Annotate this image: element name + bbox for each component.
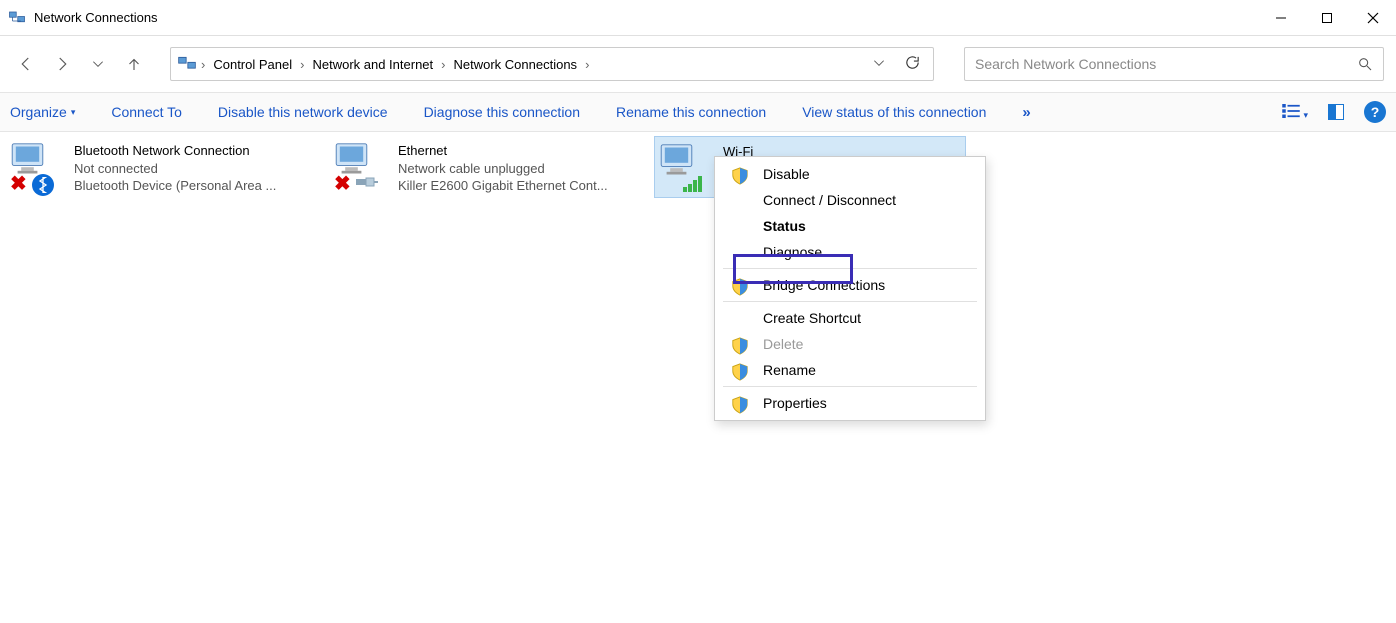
- search-box[interactable]: [964, 47, 1384, 81]
- overflow-button[interactable]: »: [1022, 104, 1030, 121]
- breadcrumb-item[interactable]: Network and Internet: [308, 55, 437, 74]
- menu-separator: [723, 268, 977, 269]
- connection-item-bluetooth[interactable]: ✖ Bluetooth Network Connection Not conne…: [6, 136, 318, 201]
- breadcrumb-item[interactable]: Control Panel: [209, 55, 296, 74]
- menu-label: Diagnose: [763, 244, 822, 260]
- disable-device-button[interactable]: Disable this network device: [218, 104, 388, 120]
- address-bar[interactable]: › Control Panel › Network and Internet ›…: [170, 47, 934, 81]
- window-controls: [1258, 0, 1396, 36]
- menu-properties[interactable]: Properties: [715, 390, 985, 416]
- back-button[interactable]: [16, 54, 36, 74]
- menu-delete[interactable]: Delete: [715, 331, 985, 357]
- content-area: ✖ Bluetooth Network Connection Not conne…: [0, 132, 1396, 205]
- help-button[interactable]: ?: [1364, 101, 1386, 123]
- recent-button[interactable]: [88, 54, 108, 74]
- shield-icon: [731, 278, 749, 296]
- error-x-icon: ✖: [334, 171, 351, 196]
- menu-status[interactable]: Status: [715, 213, 985, 239]
- up-button[interactable]: [124, 54, 144, 74]
- connection-status: Not connected: [74, 160, 276, 178]
- rename-button[interactable]: Rename this connection: [616, 104, 766, 120]
- connection-device: Bluetooth Device (Personal Area ...: [74, 177, 276, 195]
- menu-separator: [723, 301, 977, 302]
- menu-label: Connect / Disconnect: [763, 192, 896, 208]
- error-x-icon: ✖: [10, 171, 27, 196]
- minimize-button[interactable]: [1258, 0, 1304, 36]
- menu-connect-disconnect[interactable]: Connect / Disconnect: [715, 187, 985, 213]
- breadcrumb-item[interactable]: Network Connections: [450, 55, 582, 74]
- menu-diagnose[interactable]: Diagnose: [715, 239, 985, 265]
- menu-label: Create Shortcut: [763, 310, 861, 326]
- connection-status: Network cable unplugged: [398, 160, 608, 178]
- menu-create-shortcut[interactable]: Create Shortcut: [715, 305, 985, 331]
- shield-icon: [731, 363, 749, 381]
- menu-rename[interactable]: Rename: [715, 357, 985, 383]
- menu-bridge[interactable]: Bridge Connections: [715, 272, 985, 298]
- menu-label: Status: [763, 218, 806, 234]
- connection-name: Bluetooth Network Connection: [74, 142, 276, 160]
- connection-device: Killer E2600 Gigabit Ethernet Cont...: [398, 177, 608, 195]
- address-icon: [177, 54, 197, 74]
- close-button[interactable]: [1350, 0, 1396, 36]
- menu-disable[interactable]: Disable: [715, 161, 985, 187]
- context-menu: Disable Connect / Disconnect Status Diag…: [714, 156, 986, 421]
- shield-icon: [731, 396, 749, 414]
- app-icon: [8, 9, 26, 27]
- menu-label: Disable: [763, 166, 810, 182]
- address-dropdown-button[interactable]: [872, 56, 886, 73]
- view-status-button[interactable]: View status of this connection: [802, 104, 986, 120]
- shield-icon: [731, 167, 749, 185]
- search-input[interactable]: [975, 56, 1357, 72]
- shield-icon: [731, 337, 749, 355]
- wifi-signal-icon: [683, 174, 707, 195]
- views-button[interactable]: ▾: [1282, 104, 1308, 121]
- titlebar: Network Connections: [0, 0, 1396, 36]
- menu-label: Bridge Connections: [763, 277, 885, 293]
- diagnose-button[interactable]: Diagnose this connection: [424, 104, 580, 120]
- maximize-button[interactable]: [1304, 0, 1350, 36]
- refresh-button[interactable]: [904, 54, 921, 74]
- forward-button[interactable]: [52, 54, 72, 74]
- search-icon: [1357, 56, 1373, 72]
- ethernet-plug-icon: [356, 175, 378, 194]
- chevron-right-icon: ›: [300, 57, 304, 72]
- connection-name: Ethernet: [398, 142, 608, 160]
- chevron-right-icon: ›: [585, 57, 589, 72]
- bluetooth-icon: [32, 174, 54, 196]
- window-title: Network Connections: [34, 10, 158, 25]
- menu-label: Rename: [763, 362, 816, 378]
- chevron-right-icon: ›: [201, 57, 205, 72]
- preview-pane-button[interactable]: [1328, 104, 1344, 120]
- connect-to-button[interactable]: Connect To: [111, 104, 182, 120]
- organize-menu[interactable]: Organize: [10, 104, 75, 120]
- command-bar: Organize Connect To Disable this network…: [0, 92, 1396, 132]
- connection-item-ethernet[interactable]: ✖ Ethernet Network cable unplugged Kille…: [330, 136, 642, 201]
- menu-label: Properties: [763, 395, 827, 411]
- menu-separator: [723, 386, 977, 387]
- nav-row: › Control Panel › Network and Internet ›…: [0, 36, 1396, 92]
- chevron-right-icon: ›: [441, 57, 445, 72]
- menu-label: Delete: [763, 336, 803, 352]
